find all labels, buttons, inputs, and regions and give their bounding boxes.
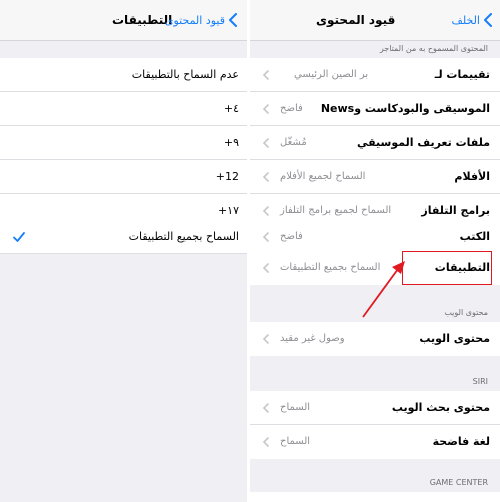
row-label: الكتب	[459, 230, 490, 243]
books-row[interactable]: الكتب فاضح	[250, 220, 500, 254]
chevron-left-icon	[262, 138, 269, 148]
row-label: ملفات تعريف الموسيقي	[357, 136, 490, 149]
row-label: تقييمات لـ	[434, 68, 490, 81]
game-center-row-partial[interactable]	[250, 492, 500, 502]
annotation-arrow-icon	[362, 261, 405, 318]
chevron-left-icon	[262, 263, 269, 273]
option-label: ٤+	[223, 102, 239, 115]
allowed-store-content-header: المحتوى المسموح به من المتاجر	[379, 44, 488, 53]
checkmark-icon	[13, 232, 25, 242]
explicit-language-row[interactable]: لغة فاضحة السماح	[250, 425, 500, 459]
chevron-left-icon	[262, 206, 269, 216]
chevron-left-icon	[262, 403, 269, 413]
option-row-3[interactable]: 12+	[0, 160, 247, 194]
chevron-left-icon	[484, 13, 492, 27]
option-row-0[interactable]: عدم السماح بالتطبيقات	[0, 58, 247, 92]
row-label: الموسيقى والبودكاست وNews	[320, 102, 490, 115]
option-row-1[interactable]: ٤+	[0, 92, 247, 126]
option-label: عدم السماح بالتطبيقات	[131, 68, 239, 81]
back-button[interactable]: الخلف	[451, 12, 492, 28]
movies-row[interactable]: الأفلام السماح لجميع الأفلام	[250, 160, 500, 194]
option-row-5[interactable]: السماح بجميع التطبيقات	[0, 220, 247, 254]
row-value: السماح	[280, 402, 311, 413]
siri-section-header: SIRI	[472, 377, 488, 386]
row-value: السماح لجميع الأفلام	[280, 171, 366, 182]
row-value: مُشغّل	[280, 137, 307, 148]
chevron-left-icon	[262, 70, 269, 80]
chevron-left-icon	[262, 232, 269, 242]
ratings-for-row[interactable]: تقييمات لـ بر الصين الرئيسي	[250, 58, 500, 92]
row-label: لغة فاضحة	[432, 435, 490, 448]
option-row-2[interactable]: ٩+	[0, 126, 247, 160]
right-nav-title: قيود المحتوى	[316, 13, 396, 27]
chevron-left-icon	[262, 334, 269, 344]
right-navbar: قيود المحتوى الخلف	[250, 0, 500, 41]
row-value: فاضح	[280, 103, 303, 114]
row-value: بر الصين الرئيسي	[294, 69, 369, 80]
row-label: محتوى الويب	[419, 332, 490, 345]
chevron-left-icon	[262, 437, 269, 447]
option-label: 12+	[215, 170, 239, 183]
game-center-section-header: GAME CENTER	[429, 478, 488, 487]
row-label: الأفلام	[454, 170, 490, 183]
apps-rating-panel: التطبيقات قيود المحتوى عدم السماح بالتطب…	[0, 0, 247, 502]
web-content-row[interactable]: محتوى الويب وصول غير مقيد	[250, 322, 500, 356]
web-content-section-header: محتوى الويب	[444, 308, 488, 317]
highlight-box	[402, 251, 492, 285]
option-label: السماح بجميع التطبيقات	[128, 230, 239, 243]
left-nav-title: التطبيقات	[112, 13, 173, 27]
chevron-left-icon	[262, 104, 269, 114]
chevron-left-icon	[262, 172, 269, 182]
music-podcasts-news-row[interactable]: الموسيقى والبودكاست وNews فاضح	[250, 92, 500, 126]
back-label: قيود المحتوى	[164, 13, 225, 27]
row-label: محتوى بحث الويب	[391, 401, 490, 414]
music-profiles-row[interactable]: ملفات تعريف الموسيقي مُشغّل	[250, 126, 500, 160]
web-search-content-row[interactable]: محتوى بحث الويب السماح	[250, 391, 500, 425]
chevron-left-icon	[229, 13, 237, 27]
row-value: السماح	[280, 436, 311, 447]
row-value: فاضح	[280, 231, 303, 242]
back-to-content-restrictions-button[interactable]: قيود المحتوى	[165, 12, 237, 28]
left-navbar: التطبيقات قيود المحتوى	[0, 0, 247, 41]
back-label: الخلف	[451, 13, 480, 27]
row-value: وصول غير مقيد	[280, 333, 345, 344]
option-label: ٩+	[223, 136, 239, 149]
